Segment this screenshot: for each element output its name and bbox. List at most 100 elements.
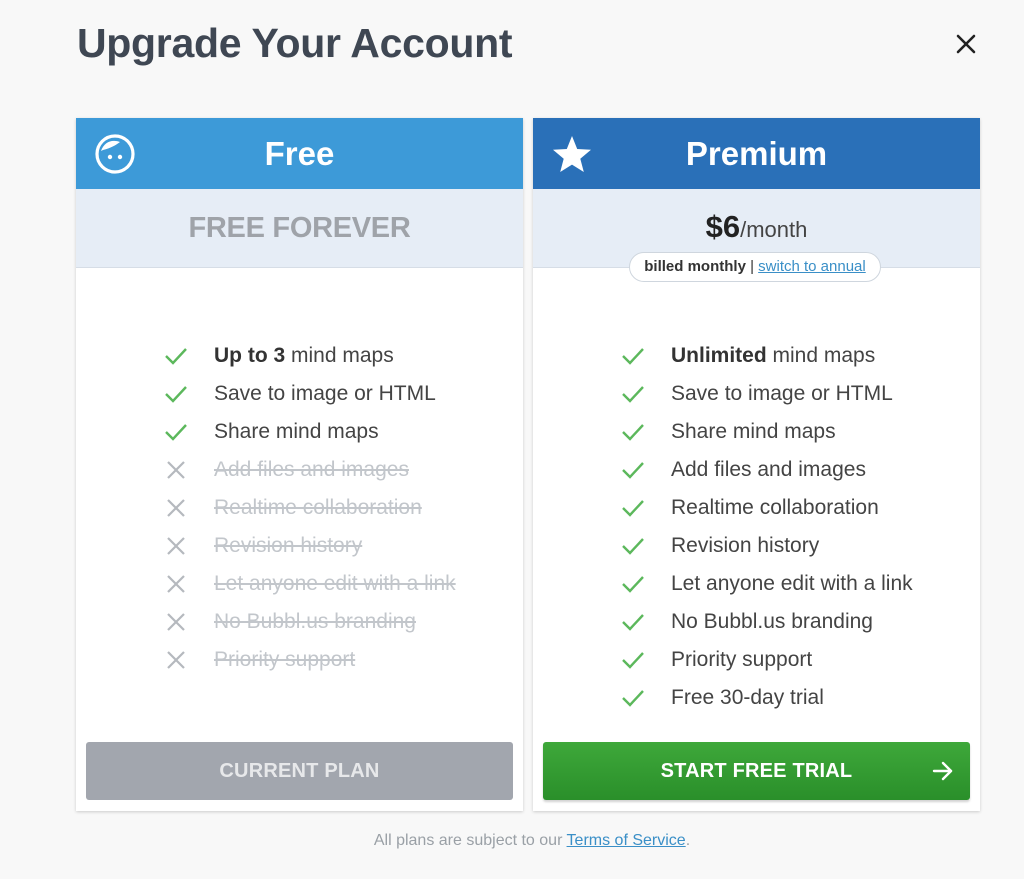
feature-item: Add files and images	[164, 451, 456, 489]
feature-text: Add files and images	[214, 458, 409, 481]
start-free-trial-label: START FREE TRIAL	[660, 760, 853, 782]
feature-label: Save to image or HTML	[214, 382, 436, 405]
check-icon	[622, 424, 644, 441]
price-line: $6/month	[533, 209, 980, 245]
feature-item: Add files and images	[621, 451, 913, 489]
arrow-right-icon	[932, 761, 953, 781]
cross-icon	[167, 537, 185, 555]
plan-header-premium: Premium	[533, 118, 980, 189]
feature-label: Up to 3 mind maps	[214, 344, 394, 367]
feature-item: Up to 3 mind maps	[164, 337, 456, 375]
feature-highlight: Unlimited	[671, 344, 767, 367]
face-icon	[95, 134, 135, 174]
feature-item: No Bubbl.us branding	[621, 603, 913, 641]
plan-name-premium: Premium	[685, 134, 828, 172]
feature-item: Save to image or HTML	[164, 375, 456, 413]
feature-item: Priority support	[164, 641, 456, 679]
feature-label: Realtime collaboration	[671, 496, 879, 519]
feature-text: Realtime collaboration	[214, 496, 422, 519]
check-icon	[622, 690, 644, 707]
feature-text: No Bubbl.us branding	[671, 610, 873, 633]
check-icon	[622, 348, 644, 365]
feature-text: Priority support	[214, 648, 356, 671]
feature-text: Free 30-day trial	[671, 686, 824, 709]
check-icon	[622, 500, 644, 517]
feature-item: No Bubbl.us branding	[164, 603, 456, 641]
feature-label: Add files and images	[214, 458, 409, 481]
plan-name-free: Free	[264, 134, 335, 172]
terms-footer: All plans are subject to our Terms of Se…	[0, 832, 1024, 850]
feature-text-suffix: mind maps	[285, 344, 394, 367]
feature-highlight: Up to 3	[214, 344, 286, 367]
feature-label: Priority support	[671, 648, 812, 671]
footer-end: .	[685, 832, 691, 849]
feature-item: Realtime collaboration	[621, 489, 913, 527]
close-icon[interactable]	[952, 30, 980, 58]
feature-text: Realtime collaboration	[671, 496, 879, 519]
feature-text: Add files and images	[671, 458, 866, 481]
feature-list-premium: Unlimited mind maps Save to image or HTML…	[621, 337, 913, 717]
cross-icon	[167, 575, 185, 593]
feature-label: Share mind maps	[671, 420, 836, 443]
feature-item: Realtime collaboration	[164, 489, 456, 527]
check-icon	[622, 576, 644, 593]
check-icon	[165, 348, 187, 365]
feature-text: Let anyone edit with a link	[214, 572, 456, 595]
feature-item: Free 30-day trial	[621, 679, 913, 717]
check-icon	[622, 538, 644, 555]
feature-item: Revision history	[164, 527, 456, 565]
feature-text: No Bubbl.us branding	[214, 610, 416, 633]
feature-text: Revision history	[214, 534, 363, 557]
feature-label: Free 30-day trial	[671, 686, 824, 709]
star-icon	[553, 136, 591, 172]
current-plan-button[interactable]: CURRENT PLAN	[86, 742, 513, 800]
feature-item: Let anyone edit with a link	[164, 565, 456, 603]
cross-icon	[167, 613, 185, 631]
dialog-title: Upgrade Your Account	[77, 20, 513, 66]
feature-label: Let anyone edit with a link	[214, 572, 456, 595]
plan-card-free: Free FREE FOREVER Up to 3 mind maps Save …	[76, 118, 523, 811]
feature-label: Unlimited mind maps	[671, 344, 875, 367]
feature-label: Realtime collaboration	[214, 496, 422, 519]
feature-text: Share mind maps	[214, 420, 379, 443]
feature-text: Revision history	[671, 534, 820, 557]
feature-label: No Bubbl.us branding	[671, 610, 873, 633]
check-icon	[622, 462, 644, 479]
plan-card-premium: Premium $6/month billed monthly | switch…	[533, 118, 980, 811]
cross-icon	[167, 461, 185, 479]
feature-text-suffix: mind maps	[766, 344, 876, 367]
feature-label: Revision history	[671, 534, 819, 557]
upgrade-dialog: Upgrade Your Account Free FREE FOREVER U…	[0, 0, 1024, 879]
footer-text: All plans are subject to our	[373, 832, 567, 849]
feature-item: Share mind maps	[164, 413, 456, 451]
feature-label: Let anyone edit with a link	[671, 572, 913, 595]
feature-text: Let anyone edit with a link	[671, 572, 913, 595]
check-icon	[622, 614, 644, 631]
start-free-trial-button[interactable]: START FREE TRIAL	[543, 742, 970, 800]
free-forever-label: FREE FOREVER	[188, 212, 411, 244]
feature-label: Revision history	[214, 534, 362, 557]
check-icon	[165, 424, 187, 441]
feature-label: Add files and images	[671, 458, 866, 481]
feature-text: Save to image or HTML	[214, 382, 436, 405]
price-band-premium: $6/month billed monthly | switch to annu…	[533, 189, 980, 282]
feature-text: Priority support	[671, 648, 813, 671]
feature-item: Let anyone edit with a link	[621, 565, 913, 603]
feature-item: Unlimited mind maps	[621, 337, 913, 375]
check-icon	[165, 386, 187, 403]
feature-item: Save to image or HTML	[621, 375, 913, 413]
feature-label: Save to image or HTML	[671, 382, 893, 405]
terms-of-service-link[interactable]: Terms of Service	[567, 832, 686, 849]
feature-text: Share mind maps	[671, 420, 836, 443]
price-band-free: FREE FOREVER	[76, 189, 523, 268]
price-amount: $6	[705, 209, 741, 244]
feature-text: Save to image or HTML	[671, 382, 893, 405]
feature-item: Revision history	[621, 527, 913, 565]
billing-separator: |	[745, 258, 759, 275]
feature-label: Share mind maps	[214, 420, 379, 443]
cross-icon	[167, 651, 185, 669]
billing-toggle: billed monthly | switch to annual	[629, 252, 881, 282]
switch-to-annual-link[interactable]: switch to annual	[758, 258, 866, 275]
feature-item: Share mind maps	[621, 413, 913, 451]
price-period: /month	[740, 217, 808, 242]
